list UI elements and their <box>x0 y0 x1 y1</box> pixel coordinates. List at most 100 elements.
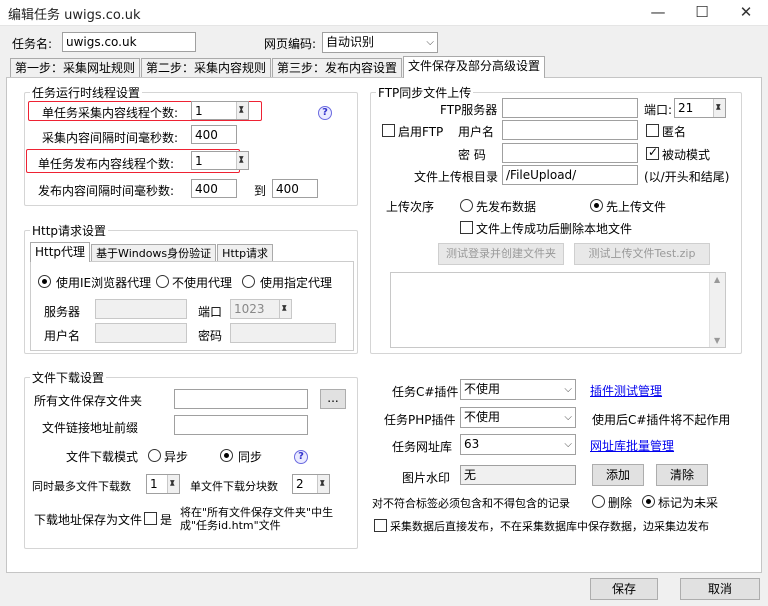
test-upload-button[interactable]: 测试上传文件Test.zip <box>574 243 710 265</box>
chunks-spinner[interactable]: 2 <box>292 474 330 494</box>
minimize-button[interactable]: — <box>636 0 680 26</box>
tab-publish-settings[interactable]: 第三步：发布内容设置 <box>272 58 403 78</box>
csharp-plugin-select[interactable]: 不使用 ⌵ <box>460 379 576 400</box>
radio-publish-first[interactable] <box>460 199 473 212</box>
proxy-password-label: 密码 <box>198 329 223 343</box>
ftp-password-input[interactable] <box>502 143 638 163</box>
url-db-select[interactable]: 63 ⌵ <box>460 434 576 455</box>
publish-interval-from-input[interactable]: 400 <box>191 179 237 198</box>
passive-mode-label: 被动模式 <box>662 148 711 162</box>
link-prefix-input[interactable] <box>174 415 308 435</box>
chunks-label: 单文件下载分块数 <box>190 480 278 493</box>
radio-custom-proxy[interactable] <box>242 275 255 288</box>
tab-http-proxy[interactable]: Http代理 <box>30 242 91 262</box>
publish-threads-spinner[interactable]: 1 <box>191 151 249 170</box>
ftp-port-spinner[interactable]: 21 <box>674 98 726 118</box>
save-folder-input[interactable] <box>174 389 308 409</box>
radio-delete[interactable] <box>592 495 605 508</box>
scroll-down-icon[interactable]: ▼ <box>714 336 720 345</box>
spinner-arrows-icon[interactable] <box>279 300 291 318</box>
encoding-value: 自动识别 <box>326 35 375 49</box>
save-folder-label: 所有文件保存文件夹 <box>34 394 143 408</box>
radio-ie-proxy[interactable] <box>38 275 51 288</box>
max-files-spinner[interactable]: 1 <box>146 474 180 494</box>
watermark-label: 图片水印 <box>402 471 451 485</box>
save-as-file-label: 下载地址保存为文件 <box>34 513 143 527</box>
url-db-manage-link[interactable]: 网址库批量管理 <box>590 437 674 454</box>
collect-interval-label: 采集内容间隔时间毫秒数: <box>42 131 179 145</box>
radio-delete-label: 删除 <box>608 496 633 510</box>
delete-local-checkbox[interactable] <box>460 221 473 234</box>
cancel-button[interactable]: 取消 <box>680 578 760 600</box>
ftp-root-hint: (以/开头和结尾) <box>644 170 730 184</box>
ftp-root-input[interactable]: /FileUpload/ <box>502 165 638 185</box>
task-name-input[interactable]: uwigs.co.uk <box>62 32 196 52</box>
proxy-password-input[interactable] <box>230 323 336 343</box>
spinner-arrows-icon[interactable] <box>317 475 329 493</box>
watermark-input[interactable]: 无 <box>460 465 576 485</box>
save-as-file-checkbox[interactable] <box>144 512 157 525</box>
maximize-button[interactable]: ☐ <box>680 0 724 26</box>
ftp-log-textarea[interactable]: ▲ ▼ <box>390 272 726 348</box>
clear-watermark-button[interactable]: 清除 <box>656 464 708 486</box>
publish-threads-value: 1 <box>195 154 203 168</box>
collect-threads-label: 单任务采集内容线程个数: <box>42 106 179 120</box>
url-db-value: 63 <box>464 437 480 451</box>
download-settings-title: 文件下载设置 <box>30 369 107 386</box>
max-files-value: 1 <box>150 477 158 491</box>
add-watermark-button[interactable]: 添加 <box>592 464 644 486</box>
tab-file-advanced[interactable]: 文件保存及部分高级设置 <box>403 56 546 78</box>
tab-url-rules[interactable]: 第一步：采集网址规则 <box>10 58 141 78</box>
collect-threads-spinner[interactable]: 1 <box>191 101 249 120</box>
radio-mark-uncollected[interactable] <box>642 495 655 508</box>
tab-windows-auth[interactable]: 基于Windows身份验证 <box>91 244 217 262</box>
browse-folder-button[interactable]: ... <box>320 389 346 409</box>
collect-interval-input[interactable]: 400 <box>191 125 237 144</box>
http-settings-title: Http请求设置 <box>30 222 109 239</box>
window-title: 编辑任务 uwigs.co.uk <box>8 8 141 23</box>
spinner-arrows-icon[interactable] <box>167 475 179 493</box>
enable-ftp-label: 启用FTP <box>398 125 444 139</box>
plugin-test-link[interactable]: 插件测试管理 <box>590 382 662 399</box>
ftp-user-input[interactable] <box>502 120 638 140</box>
php-plugin-note: 使用后C#插件将不起作用 <box>592 413 731 427</box>
save-as-file-note: 将在"所有文件保存文件夹"中生成"任务id.htm"文件 <box>180 506 334 532</box>
help-icon[interactable]: ? <box>318 106 332 120</box>
proxy-user-input[interactable] <box>95 323 187 343</box>
spinner-arrows-icon[interactable] <box>713 99 725 117</box>
thread-settings-title: 任务运行时线程设置 <box>30 84 143 101</box>
proxy-port-spinner[interactable]: 1023 <box>230 299 292 319</box>
tab-http-request[interactable]: Http请求 <box>217 244 274 262</box>
spinner-arrows-icon[interactable] <box>236 152 248 169</box>
scroll-up-icon[interactable]: ▲ <box>714 275 720 284</box>
radio-upload-first[interactable] <box>590 199 603 212</box>
collect-threads-value: 1 <box>195 104 203 118</box>
anonymous-checkbox[interactable] <box>646 124 659 137</box>
csharp-plugin-value: 不使用 <box>464 382 501 396</box>
radio-sync[interactable] <box>220 449 233 462</box>
save-as-file-yes: 是 <box>160 513 173 527</box>
radio-async[interactable] <box>148 449 161 462</box>
enable-ftp-checkbox[interactable] <box>382 124 395 137</box>
help-icon[interactable]: ? <box>294 450 308 464</box>
save-button[interactable]: 保存 <box>590 578 658 600</box>
radio-mark-uncollected-label: 标记为未采 <box>658 496 719 510</box>
radio-no-proxy[interactable] <box>156 275 169 288</box>
tab-content-rules[interactable]: 第二步：采集内容规则 <box>141 58 272 78</box>
php-plugin-value: 不使用 <box>464 410 501 424</box>
chevron-down-icon: ⌵ <box>564 412 572 423</box>
spinner-arrows-icon[interactable] <box>236 102 248 119</box>
scrollbar[interactable]: ▲ ▼ <box>709 273 725 347</box>
php-plugin-select[interactable]: 不使用 ⌵ <box>460 407 576 428</box>
radio-publish-first-label: 先发布数据 <box>476 200 537 214</box>
direct-publish-checkbox[interactable] <box>374 519 387 532</box>
close-button[interactable]: ✕ <box>724 0 768 26</box>
ftp-server-label: FTP服务器 <box>440 103 498 117</box>
ftp-server-input[interactable] <box>502 98 638 118</box>
proxy-server-input[interactable] <box>95 299 187 319</box>
encoding-select[interactable]: 自动识别 ⌵ <box>322 32 438 53</box>
download-mode-label: 文件下载模式 <box>66 450 139 464</box>
passive-mode-checkbox[interactable] <box>646 145 659 160</box>
publish-interval-to-input[interactable]: 400 <box>272 179 318 198</box>
test-login-button[interactable]: 测试登录并创建文件夹 <box>438 243 564 265</box>
